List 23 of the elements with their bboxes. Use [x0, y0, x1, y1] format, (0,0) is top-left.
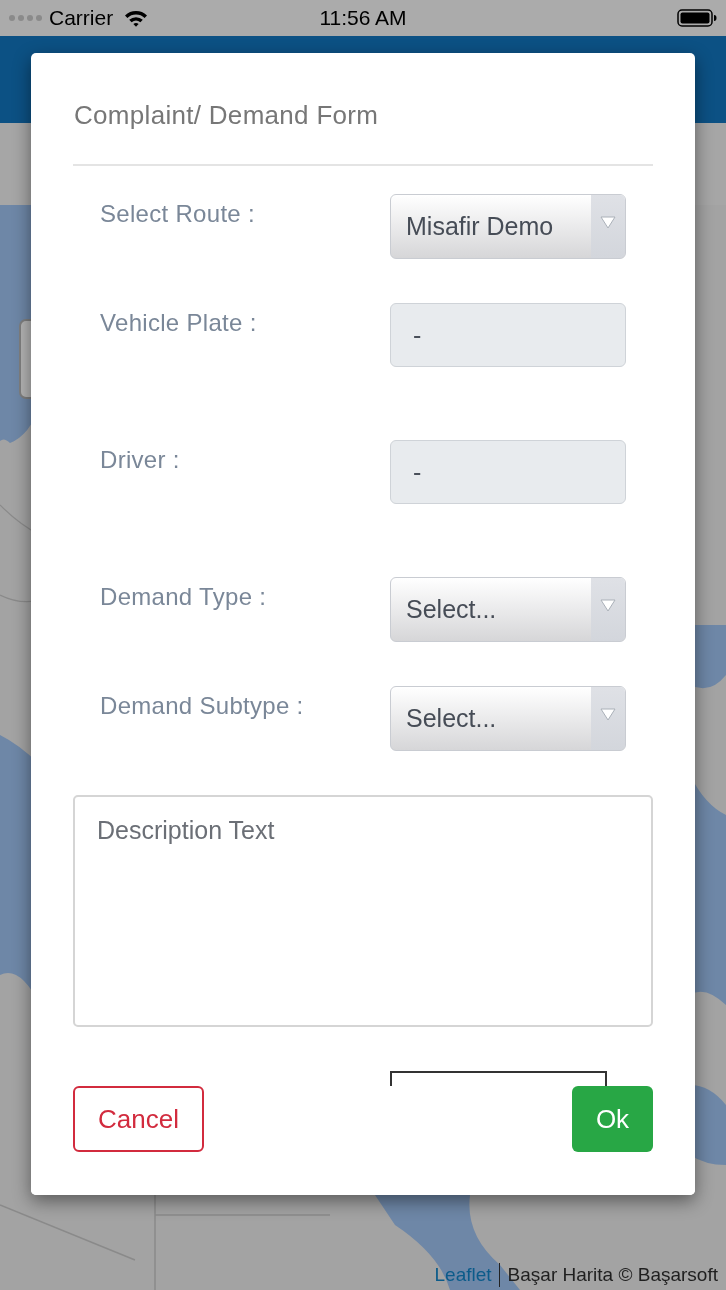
cancel-button[interactable]: Cancel [73, 1086, 204, 1152]
dropdown-select[interactable]: Misafir Demo [390, 194, 626, 259]
dialog-title: Complaint/ Demand Form [74, 100, 380, 130]
caret-down-icon [600, 599, 616, 612]
carrier-name: Carrier [49, 6, 114, 30]
caret-down-icon [600, 216, 616, 229]
dropdown-select[interactable]: Select... [390, 577, 626, 642]
field-label: Vehicle Plate : [100, 308, 257, 338]
readonly-input-field[interactable]: - [390, 440, 626, 504]
dropdown-select[interactable]: Select... [390, 686, 626, 751]
readonly-input-field[interactable]: - [390, 303, 626, 367]
field-label: Select Route : [100, 199, 255, 229]
description-textarea[interactable]: Description Text [73, 795, 653, 1027]
map-attribution-text: Başar Harita © Başarsoft [506, 1263, 718, 1287]
battery-icon [677, 9, 717, 27]
wifi-icon [124, 9, 149, 27]
file-choose-button[interactable] [390, 1071, 607, 1086]
field-label: Driver : [100, 445, 180, 475]
status-time: 11:56 AM [318, 6, 408, 30]
field-label: Demand Type : [100, 582, 267, 612]
signal-dots-icon [9, 15, 42, 21]
field-label: Demand Subtype : [100, 691, 304, 721]
caret-down-icon [600, 708, 616, 721]
